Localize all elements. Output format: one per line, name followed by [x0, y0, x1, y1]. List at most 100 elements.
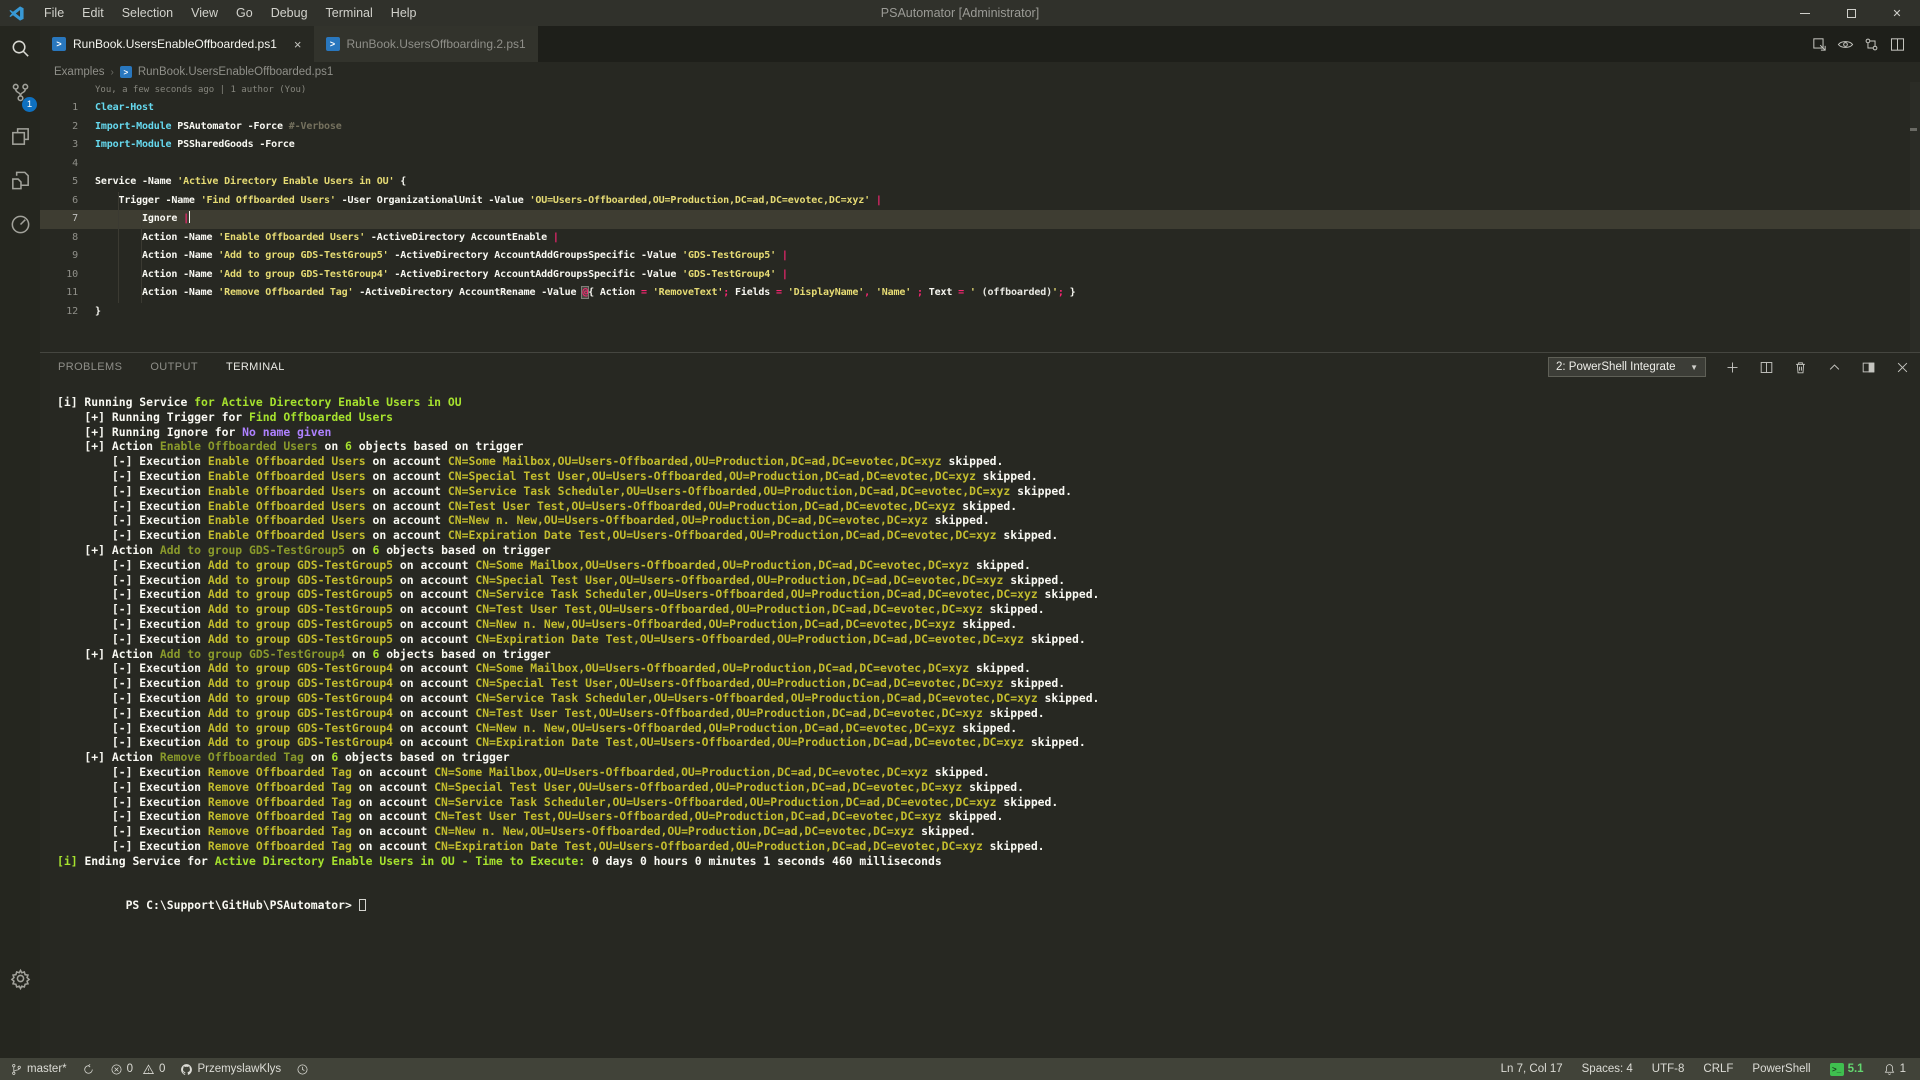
menu-item-terminal[interactable]: Terminal — [317, 6, 382, 20]
chevron-down-icon: ▼ — [1690, 363, 1698, 372]
terminal-line: [-] Execution Remove Offboarded Tag on a… — [57, 809, 1920, 824]
line-number: 12 — [40, 303, 95, 322]
terminal-line: [-] Execution Add to group GDS-TestGroup… — [57, 632, 1920, 647]
tab-close-icon[interactable]: × — [294, 37, 302, 52]
menu-item-help[interactable]: Help — [382, 6, 426, 20]
github-icon — [180, 1063, 193, 1076]
new-terminal-icon[interactable] — [1725, 360, 1740, 375]
tab-label: RunBook.UsersOffboarding.2.ps1 — [347, 37, 526, 51]
code-lines: 1Clear-Host2Import-Module PSAutomator -F… — [40, 99, 1920, 321]
minimize-button[interactable] — [1782, 0, 1828, 26]
terminal-select[interactable]: 2: PowerShell Integrate ▼ — [1548, 357, 1706, 377]
terminal[interactable]: [i] Running Service for Active Directory… — [40, 381, 1920, 1058]
menu-item-debug[interactable]: Debug — [262, 6, 317, 20]
split-editor-icon[interactable] — [1889, 36, 1906, 53]
status-bar: master* 0 0 PrzemyslawKlys Ln 7, Col 17 … — [0, 1058, 1920, 1080]
menu-item-file[interactable]: File — [35, 6, 73, 20]
breadcrumb-file[interactable]: RunBook.UsersEnableOffboarded.ps1 — [138, 66, 333, 78]
notifications[interactable]: 1 — [1883, 1063, 1906, 1076]
menu-item-view[interactable]: View — [182, 6, 227, 20]
terminal-line: [-] Execution Add to group GDS-TestGroup… — [57, 617, 1920, 632]
terminal-line: [-] Execution Remove Offboarded Tag on a… — [57, 765, 1920, 780]
overview-ruler-mark — [1910, 128, 1917, 131]
terminal-line: [-] Execution Enable Offboarded Users on… — [57, 528, 1920, 543]
terminal-cursor — [359, 899, 366, 911]
terminal-line: [-] Execution Add to group GDS-TestGroup… — [57, 735, 1920, 750]
code-editor[interactable]: You, a few seconds ago | 1 author (You) … — [40, 82, 1920, 352]
line-number: 4 — [40, 155, 95, 174]
terminal-line: [+] Action Enable Offboarded Users on 6 … — [57, 439, 1920, 454]
code-line-11: 11 Action -Name 'Remove Offboarded Tag' … — [40, 284, 1920, 303]
tab-problems[interactable]: PROBLEMS — [58, 359, 122, 375]
source-control-icon[interactable]: 1 — [0, 70, 40, 114]
editor-cursor — [189, 211, 191, 223]
git-branch-indicator[interactable]: master* — [10, 1063, 67, 1076]
breadcrumb-folder[interactable]: Examples — [54, 66, 105, 78]
tab-runbook-usersoffboarding-2[interactable]: > RunBook.UsersOffboarding.2.ps1 — [314, 26, 539, 62]
sync-indicator[interactable] — [82, 1063, 95, 1076]
terminal-line: [-] Execution Add to group GDS-TestGroup… — [57, 602, 1920, 617]
warning-icon — [142, 1063, 155, 1076]
terminal-line: [-] Execution Add to group GDS-TestGroup… — [57, 573, 1920, 588]
terminal-line: [-] Execution Add to group GDS-TestGroup… — [57, 587, 1920, 602]
settings-gear-icon[interactable] — [0, 956, 40, 1000]
indentation-setting[interactable]: Spaces: 4 — [1582, 1063, 1633, 1075]
line-number: 10 — [40, 266, 95, 285]
encoding-setting[interactable]: UTF-8 — [1652, 1063, 1685, 1075]
eol-setting[interactable]: CRLF — [1703, 1063, 1733, 1075]
toggle-blame-icon[interactable] — [1837, 36, 1854, 53]
editor-actions — [1811, 26, 1920, 62]
warning-count: 0 — [159, 1063, 165, 1075]
open-changes-icon[interactable] — [1811, 36, 1828, 53]
code-line-2: 2Import-Module PSAutomator -Force #-Verb… — [40, 118, 1920, 137]
explorer-icon[interactable] — [0, 158, 40, 202]
debug-icon[interactable] — [0, 202, 40, 246]
github-account[interactable]: PrzemyslawKlys — [180, 1063, 281, 1076]
code-line-10: 10 Action -Name 'Add to group GDS-TestGr… — [40, 266, 1920, 285]
menu-item-edit[interactable]: Edit — [73, 6, 113, 20]
code-line-4: 4 — [40, 155, 1920, 174]
title-bar: FileEditSelectionViewGoDebugTerminalHelp… — [0, 0, 1920, 26]
kill-terminal-icon[interactable] — [1793, 360, 1808, 375]
terminal-line: [-] Execution Add to group GDS-TestGroup… — [57, 558, 1920, 573]
powershell-file-icon: > — [52, 37, 66, 51]
problems-indicator[interactable]: 0 0 — [110, 1063, 166, 1076]
toggle-panel-icon[interactable] — [1861, 360, 1876, 375]
terminal-line: [+] Action Add to group GDS-TestGroup5 o… — [57, 543, 1920, 558]
powershell-file-icon: > — [120, 66, 132, 78]
terminal-line: [-] Execution Add to group GDS-TestGroup… — [57, 706, 1920, 721]
maximize-button[interactable] — [1828, 0, 1874, 26]
terminal-line: [+] Running Trigger for Find Offboarded … — [57, 410, 1920, 425]
close-panel-icon[interactable] — [1895, 360, 1910, 375]
terminal-line: [-] Execution Enable Offboarded Users on… — [57, 499, 1920, 514]
line-number: 1 — [40, 99, 95, 118]
powershell-session[interactable]: >_ 5.1 — [1830, 1063, 1864, 1076]
tab-output[interactable]: OUTPUT — [150, 359, 198, 375]
git-compare-icon[interactable] — [1863, 36, 1880, 53]
maximize-panel-icon[interactable] — [1827, 360, 1842, 375]
menu-item-selection[interactable]: Selection — [113, 6, 182, 20]
line-number: 3 — [40, 136, 95, 155]
search-icon[interactable] — [0, 26, 40, 70]
close-button[interactable]: ✕ — [1874, 0, 1920, 26]
tab-runbook-usersenableoffboarded[interactable]: > RunBook.UsersEnableOffboarded.ps1 × — [40, 26, 314, 62]
terminal-line: [-] Execution Remove Offboarded Tag on a… — [57, 795, 1920, 810]
bottom-panel: PROBLEMS OUTPUT TERMINAL 2: PowerShell I… — [40, 352, 1920, 1058]
cursor-position[interactable]: Ln 7, Col 17 — [1501, 1063, 1563, 1075]
breadcrumb[interactable]: Examples › > RunBook.UsersEnableOffboard… — [40, 62, 1920, 82]
extensions-icon[interactable] — [0, 114, 40, 158]
terminal-select-value: 2: PowerShell Integrate — [1556, 361, 1682, 373]
split-terminal-icon[interactable] — [1759, 360, 1774, 375]
line-number: 11 — [40, 284, 95, 303]
editor-scrollbar[interactable] — [1910, 82, 1920, 352]
tab-terminal[interactable]: TERMINAL — [226, 359, 285, 375]
codelens-annotation[interactable]: You, a few seconds ago | 1 author (You) — [40, 82, 1920, 99]
terminal-line: [i] Ending Service for Active Directory … — [57, 854, 1920, 869]
code-line-3: 3Import-Module PSSharedGoods -Force — [40, 136, 1920, 155]
indent-guide — [141, 210, 142, 303]
time-tracker[interactable] — [296, 1063, 309, 1076]
language-mode[interactable]: PowerShell — [1752, 1063, 1810, 1075]
terminal-line: [-] Execution Add to group GDS-TestGroup… — [57, 721, 1920, 736]
menu-item-go[interactable]: Go — [227, 6, 262, 20]
code-line-9: 9 Action -Name 'Add to group GDS-TestGro… — [40, 247, 1920, 266]
